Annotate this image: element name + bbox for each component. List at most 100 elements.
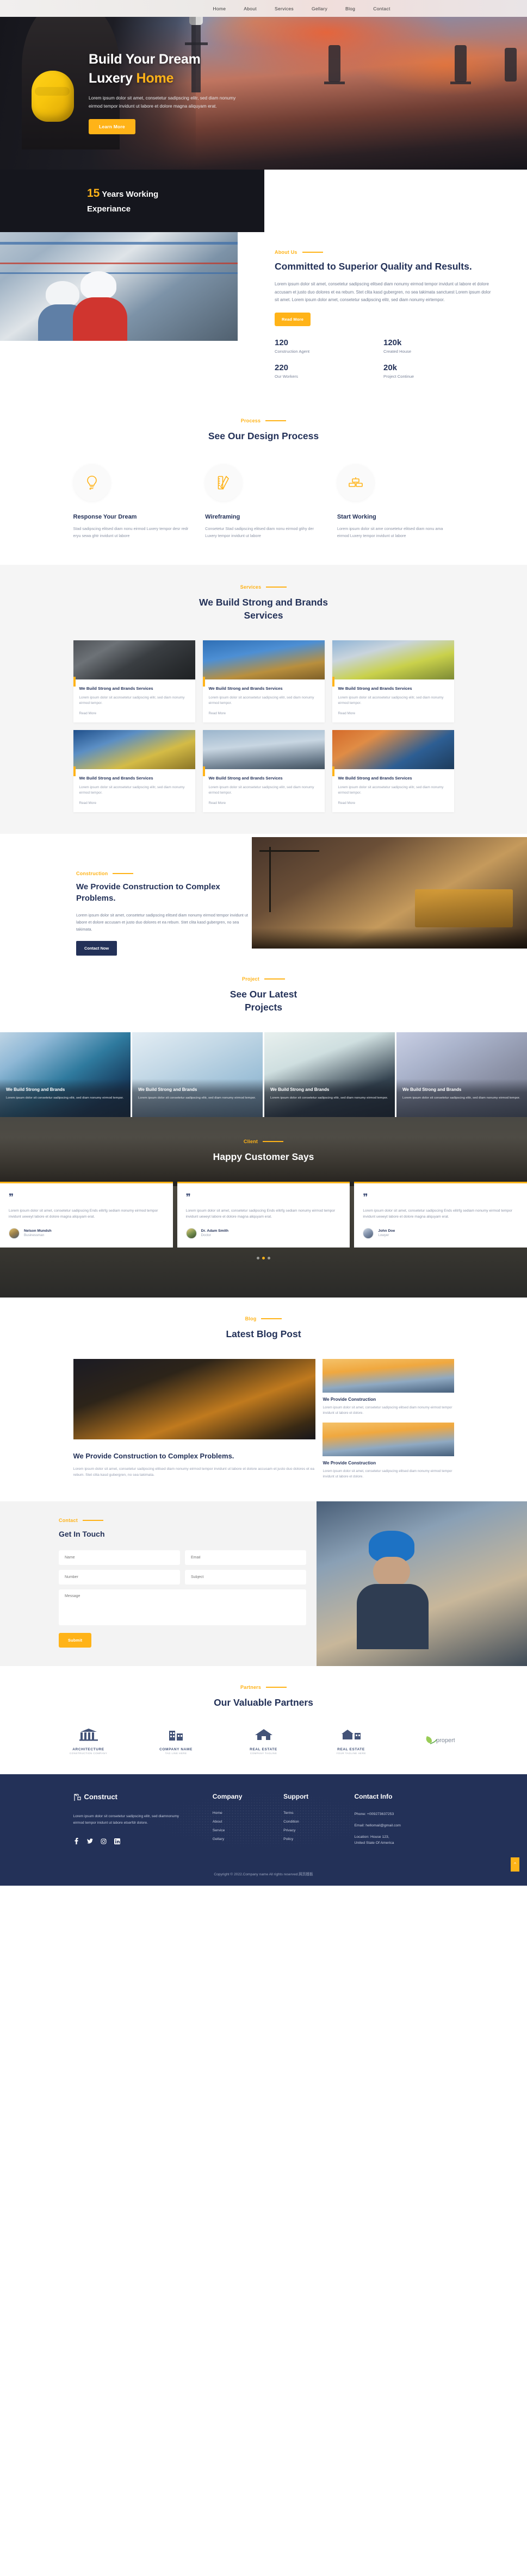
partner-logo-3[interactable]: REAL ESTATE COMPANY TAGLINE <box>227 1727 301 1755</box>
project-card[interactable]: We Build Strong and Brands Lorem ipsum d… <box>264 1032 395 1117</box>
service-card-desc: Lorem ipsum dolor sit aconsetetur sadips… <box>79 695 185 706</box>
back-to-top-button[interactable]: ^ <box>511 1857 519 1872</box>
partner-subtitle: COMPANY TAGLINE <box>250 1751 277 1755</box>
blog-side-image <box>323 1422 454 1456</box>
nav-item-home[interactable]: Home <box>213 6 226 11</box>
email-field[interactable] <box>185 1550 306 1565</box>
service-card-title: We Build Strong and Brands Services <box>338 775 412 781</box>
partner-logo-1[interactable]: ARCHITECTURE CONSTRUCTION COMPANY <box>52 1727 126 1755</box>
carousel-dot-1[interactable] <box>257 1256 259 1259</box>
footer-contact-location: Location: House 123, United State Of Ame… <box>354 1835 394 1845</box>
service-card-body: We Build Strong and Brands Services Lore… <box>332 766 454 812</box>
service-card-body: We Build Strong and Brands Services Lore… <box>332 676 454 722</box>
footer-link-gellary[interactable]: Gellary <box>213 1837 275 1841</box>
blog-side-post[interactable]: We Provide Construction Lorem ipsum dolo… <box>323 1422 454 1480</box>
contact-form-block: Contact Get In Touch Submit <box>59 1518 306 1648</box>
process-heading: See Our Design Process <box>208 430 319 441</box>
project-card[interactable]: We Build Strong and Brands Lorem ipsum d… <box>0 1032 131 1117</box>
service-card-accent-bar <box>332 676 334 687</box>
blog-side-post[interactable]: We Provide Construction Lorem ipsum dolo… <box>323 1358 454 1416</box>
nav-item-gellary[interactable]: Gellary <box>312 6 327 11</box>
testimonial-card: ❞ Lorem ipsum dolor sit amet, consetetur… <box>177 1181 350 1248</box>
project-card[interactable]: We Build Strong and Brands Lorem ipsum d… <box>132 1032 263 1117</box>
avatar <box>9 1227 20 1239</box>
projects-heading-line1: See Our Latest <box>230 988 297 1000</box>
nav-item-about[interactable]: About <box>244 6 257 11</box>
footer-grid: Construct Lorem ipsum dolor sit consetet… <box>73 1793 454 1846</box>
testimonial-author-role: Businessman <box>24 1233 45 1237</box>
nav-item-services[interactable]: Services <box>275 6 294 11</box>
footer-link-about[interactable]: About <box>213 1820 275 1824</box>
footer-link-service[interactable]: Service <box>213 1829 275 1832</box>
service-card[interactable]: We Build Strong and Brands Services Lore… <box>202 640 325 722</box>
projects-heading: See Our Latest Projects <box>0 988 527 1014</box>
instagram-icon[interactable] <box>101 1838 107 1844</box>
service-read-more-link[interactable]: Read More <box>209 712 319 715</box>
stat-label: Created House <box>383 348 412 354</box>
about-section: About Us Committed to Superior Quality a… <box>0 232 527 397</box>
service-card-image <box>73 729 195 769</box>
service-read-more-link[interactable]: Read More <box>338 712 448 715</box>
process-card-title: Response Your Dream <box>73 513 137 520</box>
footer-column-title: Company <box>212 1792 243 1800</box>
blog-side-title: We Provide Construction <box>323 1396 376 1402</box>
process-card-desc: Lorem ipsum dolor sit ame consetetur eli… <box>337 526 443 539</box>
footer-link-privacy[interactable]: Privacy <box>283 1829 345 1832</box>
service-card[interactable]: We Build Strong and Brands Services Lore… <box>332 729 454 812</box>
service-card[interactable]: We Build Strong and Brands Services Lore… <box>73 729 195 812</box>
carousel-dot-2[interactable] <box>262 1256 265 1259</box>
construction-eyebrow-label: Construction <box>76 870 108 876</box>
footer-link-policy[interactable]: Policy <box>283 1837 345 1841</box>
footer-link-condition[interactable]: Condition <box>283 1820 345 1824</box>
number-field[interactable] <box>59 1569 180 1585</box>
nav-item-contact[interactable]: Contact <box>373 6 390 11</box>
avatar <box>185 1227 197 1239</box>
message-field[interactable] <box>59 1589 306 1625</box>
footer-link-list: Home About Service Gellary <box>213 1811 275 1841</box>
submit-button[interactable]: Submit <box>59 1632 92 1648</box>
project-card[interactable]: We Build Strong and Brands Lorem ipsum d… <box>396 1032 527 1117</box>
facebook-icon[interactable] <box>73 1838 79 1844</box>
project-card-overlay: We Build Strong and Brands Lorem ipsum d… <box>264 1078 395 1117</box>
partner-logo-5[interactable]: property <box>402 1733 476 1748</box>
projects-heading-line2: Projects <box>244 1001 283 1013</box>
stat-number: 20k <box>383 363 398 372</box>
footer-column-title: Support <box>283 1792 309 1800</box>
twitter-icon[interactable] <box>86 1838 93 1844</box>
hero-learn-more-button[interactable]: Learn More <box>89 119 135 134</box>
service-card[interactable]: We Build Strong and Brands Services Lore… <box>73 640 195 722</box>
leaf-icon: property <box>426 1736 458 1744</box>
service-read-more-link[interactable]: Read More <box>79 712 189 715</box>
nav-item-blog[interactable]: Blog <box>345 6 355 11</box>
subject-field[interactable] <box>185 1569 306 1585</box>
footer-brand[interactable]: Construct <box>73 1793 204 1801</box>
service-card-title: We Build Strong and Brands Services <box>208 685 283 691</box>
carousel-dot-3[interactable] <box>268 1256 270 1259</box>
process-card-3: Start Working Lorem ipsum dolor sit ame … <box>337 464 454 540</box>
footer-link-home[interactable]: Home <box>213 1811 275 1815</box>
testimonials-eyebrow-label: Client <box>243 1138 258 1144</box>
linkedin-icon[interactable] <box>114 1838 120 1844</box>
projects-eyebrow-bar <box>264 978 285 980</box>
contact-now-button[interactable]: Contact Now <box>76 940 117 956</box>
project-card-desc: Lorem ipsum dolor sit consetetur sadipsc… <box>6 1096 124 1100</box>
service-card-image <box>73 640 195 679</box>
partner-logo-4[interactable]: REAL ESTATE YOUR TAGLINE HERE <box>314 1727 388 1755</box>
service-card[interactable]: We Build Strong and Brands Services Lore… <box>202 729 325 812</box>
footer-link-terms[interactable]: Terms <box>283 1811 345 1815</box>
service-card-title: We Build Strong and Brands Services <box>79 685 153 691</box>
service-read-more-link[interactable]: Read More <box>209 801 319 805</box>
stat-item: 120 Construction Agent <box>275 338 383 354</box>
service-read-more-link[interactable]: Read More <box>338 801 448 805</box>
about-read-more-button[interactable]: Read More <box>275 312 311 326</box>
name-field[interactable] <box>59 1550 180 1565</box>
stat-item: 120k Created House <box>383 338 492 354</box>
service-read-more-link[interactable]: Read More <box>79 801 189 805</box>
service-card[interactable]: We Build Strong and Brands Services Lore… <box>332 640 454 722</box>
services-heading: We Build Strong and Brands Services <box>0 596 527 622</box>
partner-logo-2[interactable]: COMPANY NAME TAG LINE HERE <box>139 1727 213 1755</box>
columns-icon <box>79 1728 98 1741</box>
about-eyebrow-bar <box>302 252 323 253</box>
blog-main-post[interactable]: We Provide Construction to Complex Probl… <box>73 1358 316 1480</box>
construction-cta-image <box>252 837 527 949</box>
